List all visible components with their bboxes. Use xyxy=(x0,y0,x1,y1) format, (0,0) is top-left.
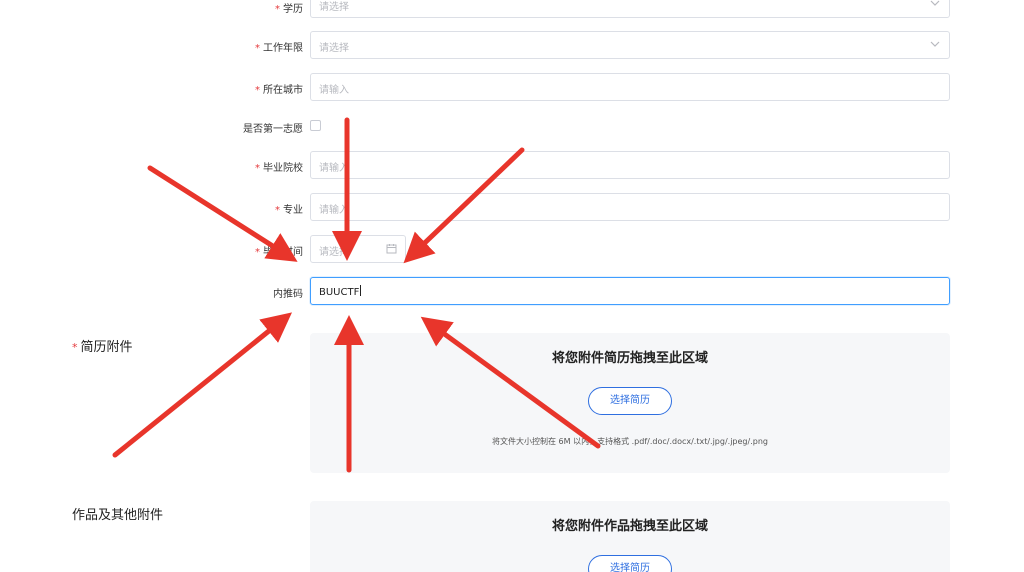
education-select[interactable]: 请选择 xyxy=(310,0,950,18)
grad-time-label: * 毕业时间 xyxy=(255,247,303,258)
first-choice-checkbox[interactable] xyxy=(310,120,321,131)
resume-upload-hint: 将文件大小控制在 6M 以内，支持格式 .pdf/.doc/.docx/.txt… xyxy=(492,437,768,446)
calendar-icon xyxy=(386,244,397,254)
school-input[interactable]: 请输入 xyxy=(310,151,950,179)
school-label: * 毕业院校 xyxy=(255,163,303,174)
major-input[interactable]: 请输入 xyxy=(310,193,950,221)
education-label: * 学历 xyxy=(275,4,303,15)
select-works-button[interactable]: 选择简历 xyxy=(588,555,672,572)
works-dropzone[interactable]: 将您附件作品拖拽至此区域 选择简历 xyxy=(310,501,950,572)
work-years-label: * 工作年限 xyxy=(255,43,303,54)
works-drop-title: 将您附件作品拖拽至此区域 xyxy=(551,519,708,534)
work-years-select[interactable]: 请选择 xyxy=(310,31,950,59)
referral-label: 内推码 xyxy=(273,289,303,300)
city-input[interactable]: 请输入 xyxy=(310,73,950,101)
referral-input[interactable]: BUUCTF xyxy=(310,277,950,305)
resume-dropzone[interactable]: 将您附件简历拖拽至此区域 选择简历 将文件大小控制在 6M 以内，支持格式 .p… xyxy=(310,333,950,473)
text-caret xyxy=(360,285,362,296)
major-label: * 专业 xyxy=(275,205,303,216)
first-choice-label: 是否第一志愿 xyxy=(243,124,303,135)
select-resume-button[interactable]: 选择简历 xyxy=(588,387,672,415)
chevron-down-icon xyxy=(930,0,940,6)
arrow-from-bottom-left xyxy=(112,312,293,458)
referral-value: BUUCTF xyxy=(319,285,362,298)
works-section-label: 作品及其他附件 xyxy=(72,508,164,523)
grad-time-picker[interactable]: 请选择 xyxy=(310,235,406,263)
city-label: * 所在城市 xyxy=(255,85,303,96)
chevron-down-icon xyxy=(930,41,940,47)
resume-drop-title: 将您附件简历拖拽至此区域 xyxy=(551,351,708,366)
resume-section-label: * 简历附件 xyxy=(72,340,133,355)
